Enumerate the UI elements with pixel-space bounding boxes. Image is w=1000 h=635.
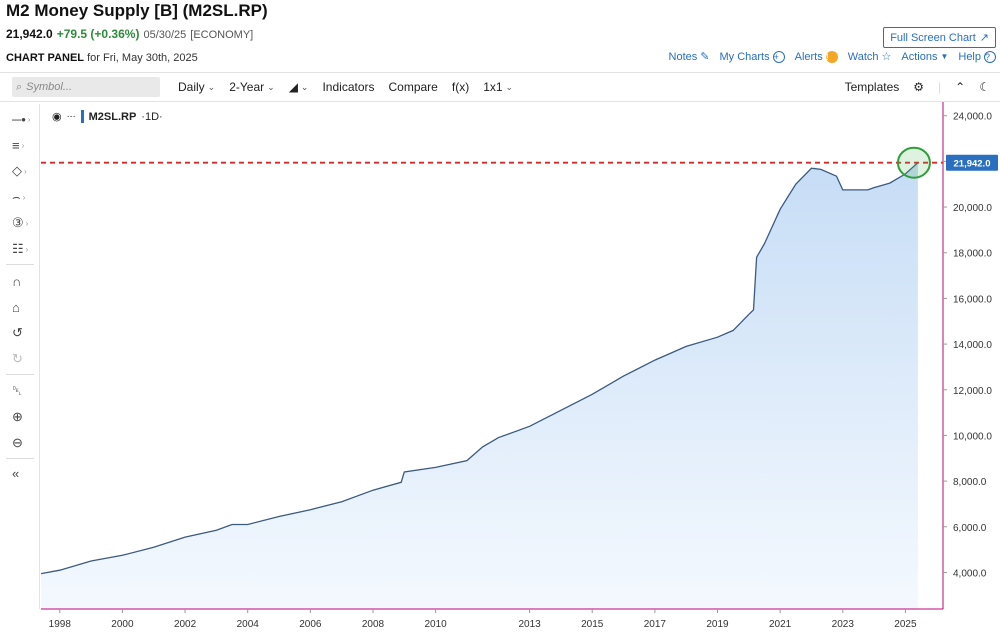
y-tick-label: 20,000.0 — [953, 203, 992, 214]
full-screen-label: Full Screen Chart — [890, 31, 976, 44]
help-link[interactable]: Help? — [958, 50, 996, 63]
x-tick-label: 2013 — [518, 619, 541, 630]
toolbar-right: Templates ⚙ | ⌃ ☾ — [845, 73, 990, 101]
y-tick-label: 12,000.0 — [953, 386, 992, 397]
notes-link[interactable]: Notes ✎ — [668, 50, 710, 64]
x-tick-label: 2021 — [769, 619, 792, 630]
actions-label: Actions — [901, 50, 938, 63]
compare-button[interactable]: Compare — [389, 80, 438, 94]
x-tick-label: 2004 — [237, 619, 260, 630]
watch-label: Watch — [847, 50, 879, 63]
full-screen-button[interactable]: Full Screen Chart ↗ — [883, 27, 996, 48]
edit-icon: ✎ — [700, 51, 710, 63]
y-tick-label: 4,000.0 — [953, 568, 987, 579]
expand-icon: ↗ — [979, 32, 989, 44]
my-charts-label: My Charts — [719, 50, 770, 63]
templates-button[interactable]: Templates — [845, 80, 900, 94]
toolbar-divider: | — [938, 80, 942, 94]
y-tick-label: 14,000.0 — [953, 340, 992, 351]
alerts-label: Alerts — [794, 50, 823, 63]
symbol-search-input[interactable]: ⌕ Symbol... — [12, 77, 160, 97]
quote-date: 05/30/25 — [143, 29, 187, 41]
x-tick-label: 2006 — [299, 619, 322, 630]
x-tick-label: 2008 — [362, 619, 385, 630]
caret-down-icon: ▼ — [940, 52, 949, 61]
price-change: +79.5 (+0.36%) — [56, 27, 140, 41]
x-tick-label: 2010 — [425, 619, 448, 630]
chart-type-dropdown[interactable]: ◢ ⌄ — [289, 80, 309, 94]
m2-chart[interactable]: 1998 2000 2002 2004 2006 2008 2010 2013 2015 2017… — [0, 102, 1000, 635]
function-button[interactable]: f(x) — [452, 80, 469, 94]
chevron-down-icon: ⌄ — [300, 81, 309, 92]
x-tick-label: 2019 — [706, 619, 729, 630]
layout-label: 1x1 — [483, 80, 503, 94]
alert-icon: ! — [825, 50, 838, 63]
notes-label: Notes — [668, 50, 698, 63]
quote-row: 21,942.0 +79.5 (+0.36%) 05/30/25 [ECONOM… — [6, 27, 253, 41]
range-dropdown[interactable]: 2-Year ⌄ — [229, 80, 274, 94]
actions-menu[interactable]: Actions ▼ — [901, 51, 948, 63]
interval-label: Daily — [178, 80, 205, 94]
y-tick-label: 10,000.0 — [953, 431, 992, 442]
x-tick-label: 2025 — [894, 619, 917, 630]
last-value-label: 21,942.0 — [954, 159, 991, 170]
y-tick-label: 8,000.0 — [953, 477, 987, 488]
layout-dropdown[interactable]: 1x1 ⌄ — [483, 80, 513, 94]
chart-toolbar: ⌕ Symbol... Daily ⌄ 2-Year ⌄ ◢ ⌄ Indicators… — [0, 72, 1000, 102]
x-tick-label: 2017 — [644, 619, 667, 630]
chevron-down-icon: ⌄ — [505, 81, 514, 92]
last-price: 21,942.0 — [6, 27, 53, 41]
x-tick-label: 2000 — [111, 619, 134, 630]
x-tick-label: 2002 — [174, 619, 197, 630]
question-icon: ? — [984, 50, 996, 63]
page-title: M2 Money Supply [B] (M2SL.RP) — [6, 1, 268, 20]
y-tick-label: 18,000.0 — [953, 249, 992, 260]
quote-tag: [ECONOMY] — [190, 29, 254, 41]
search-icon: ⌕ — [16, 80, 23, 93]
alerts-link[interactable]: Alerts! — [794, 50, 838, 63]
watch-link[interactable]: Watch ☆ — [847, 50, 892, 64]
x-tick-label: 2023 — [832, 619, 855, 630]
y-tick-label: 6,000.0 — [953, 523, 987, 534]
x-tick-label: 1998 — [49, 619, 72, 630]
last-value-marker — [896, 146, 931, 179]
chart-panel-label: CHART PANEL for Fri, May 30th, 2025 — [6, 52, 198, 64]
plus-icon: + — [772, 50, 785, 63]
collapse-icon[interactable]: ⌃ — [955, 80, 965, 94]
panel-links: Notes ✎ My Charts + Alerts! Watch ☆ Actions… — [669, 50, 996, 63]
series-area — [41, 162, 918, 609]
panel-date: for Fri, May 30th, 2025 — [87, 52, 198, 64]
y-tick-label: 16,000.0 — [953, 294, 992, 305]
panel-label: CHART PANEL — [6, 52, 85, 64]
star-icon: ☆ — [881, 51, 892, 63]
chevron-down-icon: ⌄ — [207, 81, 216, 92]
x-tick-label: 2015 — [581, 619, 604, 630]
dark-mode-icon[interactable]: ☾ — [979, 80, 990, 94]
search-placeholder: Symbol... — [26, 81, 73, 93]
interval-dropdown[interactable]: Daily ⌄ — [178, 80, 215, 94]
help-label: Help — [958, 50, 981, 63]
indicators-button[interactable]: Indicators — [322, 80, 374, 94]
y-tick-label: 24,000.0 — [953, 112, 992, 123]
gear-icon[interactable]: ⚙ — [913, 80, 924, 94]
chevron-down-icon: ⌄ — [267, 81, 275, 92]
mountain-chart-icon: ◢ — [288, 80, 298, 94]
my-charts-link[interactable]: My Charts + — [719, 50, 785, 63]
range-label: 2-Year — [229, 80, 265, 94]
